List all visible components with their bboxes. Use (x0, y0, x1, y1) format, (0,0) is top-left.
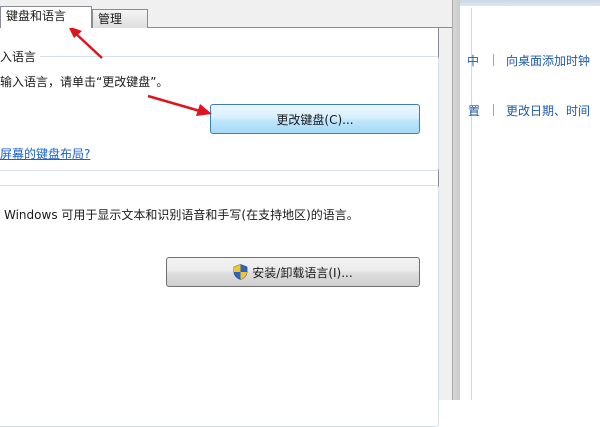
tab-administrative[interactable]: 管理 (92, 9, 148, 28)
uac-shield-icon (233, 264, 248, 280)
link-separator (493, 54, 494, 66)
tab-keyboard-languages[interactable]: 键盘和语言 (0, 6, 92, 28)
window-title-strip (460, 0, 600, 6)
install-button-label: 安装/卸载语言(I)... (252, 265, 353, 280)
input-description: 输入语言，请单击“更改键盘”。 (0, 75, 169, 89)
control-panel-background: 中 向桌面添加时钟 置 更改日期、时间 (460, 0, 600, 400)
install-uninstall-languages-button[interactable]: 安装/卸载语言(I)... (166, 257, 420, 287)
region-language-dialog: 键盘和语言 管理 入语言 输入语言，请单击“更改键盘”。 更改键盘(C)... … (0, 0, 452, 427)
display-language-description: Windows 可用于显示文本和识别语音和手写(在支持地区)的语言。 (4, 208, 359, 222)
cp-link-fragment-2[interactable]: 置 (468, 102, 480, 119)
group-title: 入语言 (0, 48, 41, 65)
red-arrow-icon (147, 94, 212, 116)
keyboard-layout-link[interactable]: 屏幕的键盘布局? (0, 145, 90, 162)
change-keyboard-button[interactable]: 更改键盘(C)... (210, 104, 420, 134)
cp-link-fragment-1[interactable]: 中 (467, 52, 479, 69)
link-separator (493, 104, 494, 116)
tab-panel: 入语言 输入语言，请单击“更改键盘”。 更改键盘(C)... 屏幕的键盘布局? … (0, 28, 439, 427)
add-clock-link[interactable]: 向桌面添加时钟 (506, 52, 590, 69)
red-arrow-icon (68, 26, 103, 59)
change-date-time-link[interactable]: 更改日期、时间 (506, 102, 590, 119)
